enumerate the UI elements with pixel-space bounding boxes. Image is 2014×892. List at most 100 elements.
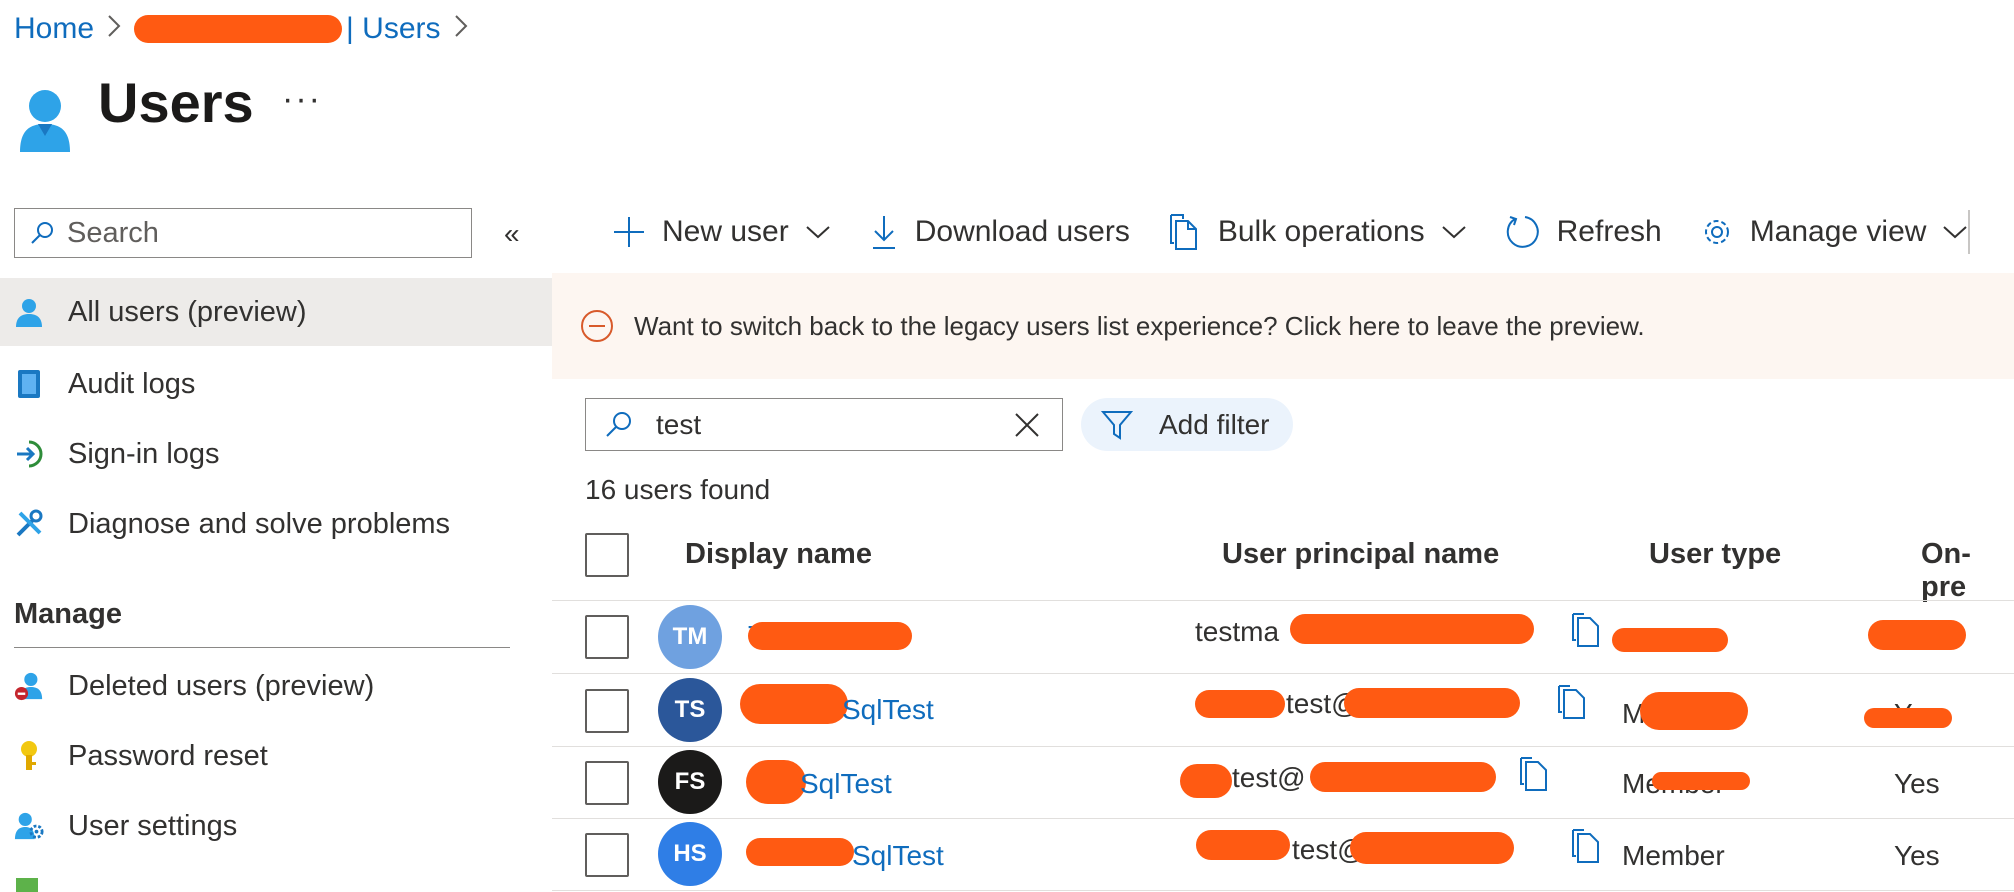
avatar-initials: TS [674, 696, 706, 723]
breadcrumb-home[interactable]: Home [14, 12, 94, 46]
breadcrumb: Home | Users [14, 12, 481, 46]
column-header-user-type[interactable]: User type [1649, 538, 1781, 571]
search-value: test [656, 408, 702, 440]
sidebar-item-label: User settings [68, 809, 238, 842]
redacted-text [1864, 708, 1952, 728]
user-display-name-link[interactable]: SqlTest [852, 840, 944, 872]
sidebar-item-diagnose[interactable]: Diagnose and solve problems [0, 490, 552, 558]
redacted-text [740, 684, 848, 724]
sidebar-item-user-settings[interactable]: User settings [0, 792, 552, 860]
on-premises-sync: Yes [1894, 768, 1940, 799]
banner-message[interactable]: Want to switch back to the legacy users … [634, 311, 1645, 342]
redacted-text [1290, 614, 1534, 644]
sidebar-item-label: All users (preview) [68, 295, 307, 328]
redacted-text [1652, 772, 1750, 790]
download-users-button[interactable]: Download users [869, 214, 1130, 250]
redacted-text [746, 838, 854, 866]
avatar: FS [658, 750, 722, 814]
copy-icon[interactable] [1556, 684, 1588, 720]
wrench-icon [14, 509, 44, 539]
gear-icon [1700, 215, 1734, 249]
search-icon [604, 410, 634, 440]
row-checkbox[interactable] [585, 689, 629, 733]
user-search-input[interactable]: test [585, 398, 1063, 451]
new-user-button[interactable]: New user [612, 215, 831, 249]
collapse-sidebar-button[interactable]: « [504, 218, 520, 250]
info-icon [580, 309, 614, 343]
redacted-text [1180, 764, 1232, 798]
add-filter-label: Add filter [1159, 408, 1270, 440]
copy-icon[interactable] [1570, 612, 1602, 648]
manage-section-heading: Manage [14, 598, 122, 630]
deleted-user-icon [14, 671, 44, 701]
avatar-initials: TM [672, 623, 708, 650]
chevron-down-icon [1942, 224, 1968, 240]
user-display-name-link[interactable]: SqlTest [842, 694, 934, 726]
sidebar-item-label: Password reset [68, 739, 268, 772]
manage-view-button[interactable]: Manage view [1700, 215, 1969, 249]
select-all-checkbox[interactable] [585, 533, 629, 577]
copy-icon[interactable] [1518, 756, 1550, 792]
new-user-label: New user [662, 215, 789, 248]
user-icon [14, 297, 44, 327]
refresh-button[interactable]: Refresh [1505, 214, 1662, 250]
redacted-tenant-name [134, 15, 343, 43]
preview-banner[interactable]: Want to switch back to the legacy users … [552, 273, 2014, 379]
sidebar-item-label: Diagnose and solve problems [68, 507, 451, 540]
chevron-down-icon [805, 224, 831, 240]
sidebar-item-sign-in-logs[interactable]: Sign-in logs [0, 420, 552, 488]
avatar-initials: HS [673, 840, 707, 867]
redacted-text [1310, 762, 1496, 792]
chevron-right-icon [453, 13, 469, 46]
more-options-button[interactable]: ··· [282, 80, 322, 119]
redacted-text [1344, 688, 1520, 718]
sidebar-search-input[interactable]: Search [14, 208, 472, 258]
breadcrumb-users[interactable]: | Users [346, 12, 440, 46]
users-page-icon [16, 86, 74, 154]
on-premises-sync: Yes [1894, 840, 1940, 871]
chevron-right-icon [106, 13, 122, 46]
copy-icon[interactable] [1570, 828, 1602, 864]
download-users-label: Download users [914, 215, 1130, 248]
chevron-down-icon [1441, 224, 1467, 240]
results-count: 16 users found [585, 474, 771, 505]
redacted-text [1196, 830, 1290, 860]
sidebar-item-label: Audit logs [68, 367, 196, 400]
redacted-text [746, 760, 806, 804]
add-filter-button[interactable]: Add filter [1081, 398, 1293, 451]
column-header-upn[interactable]: User principal name [1222, 538, 1499, 571]
clear-icon[interactable] [1014, 412, 1040, 438]
sidebar-item-deleted-users[interactable]: Deleted users (preview) [0, 652, 552, 720]
sidebar-item-all-users[interactable]: All users (preview) [0, 278, 552, 346]
sidebar-item-label: Sign-in logs [68, 437, 220, 470]
row-checkbox[interactable] [585, 615, 629, 659]
user-principal-name: test@ [1232, 762, 1306, 793]
manage-view-label: Manage view [1749, 215, 1927, 248]
bulk-operations-button[interactable]: Bulk operations [1168, 213, 1467, 251]
user-display-name-link[interactable]: SqlTest [800, 768, 892, 800]
avatar-initials: FS [674, 768, 706, 795]
bulk-results-icon [16, 878, 38, 892]
sidebar-item-label: Deleted users (preview) [68, 669, 375, 702]
row-checkbox[interactable] [585, 761, 629, 805]
refresh-label: Refresh [1556, 215, 1662, 248]
sign-in-icon [14, 439, 44, 469]
toolbar-divider [1968, 210, 1970, 254]
plus-icon [612, 215, 646, 249]
bulk-operations-icon [1168, 213, 1202, 251]
download-icon [869, 214, 899, 250]
redacted-text [1640, 692, 1748, 730]
row-checkbox[interactable] [585, 833, 629, 877]
search-placeholder: Search [67, 216, 159, 249]
redacted-text [1195, 690, 1285, 718]
column-header-on-premises[interactable]: On-pre [1921, 538, 2014, 604]
redacted-text [1868, 620, 1966, 650]
divider [14, 647, 510, 648]
sidebar-item-password-reset[interactable]: Password reset [0, 722, 552, 790]
avatar: TM [658, 605, 722, 669]
page-title: Users [98, 71, 254, 134]
column-header-display-name[interactable]: Display name [685, 538, 872, 571]
search-icon [29, 220, 55, 246]
sidebar-item-audit-logs[interactable]: Audit logs [0, 350, 552, 418]
filter-icon [1101, 410, 1133, 440]
